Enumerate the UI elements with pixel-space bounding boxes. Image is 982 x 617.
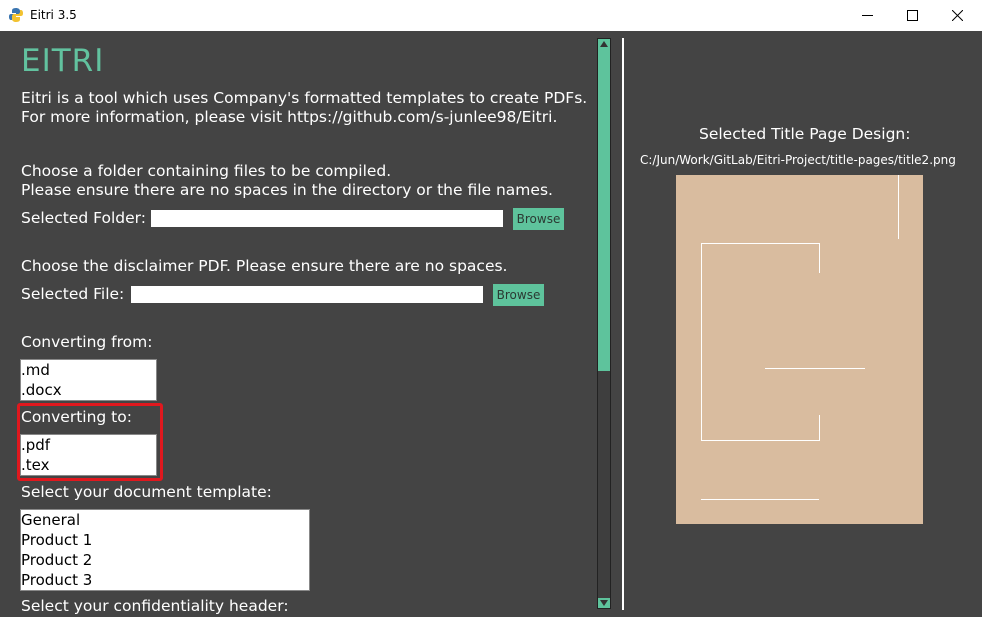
minimize-icon: [861, 15, 873, 16]
minimize-button[interactable]: [844, 0, 890, 31]
selected-folder-label: Selected Folder:: [21, 209, 146, 227]
window-title: Eitri 3.5: [30, 8, 77, 22]
panel-divider[interactable]: [622, 38, 624, 610]
preview-line: [898, 175, 899, 239]
template-label: Select your document template:: [21, 483, 272, 501]
title-page-preview-image: [676, 175, 923, 524]
preview-line: [701, 243, 819, 244]
close-button[interactable]: [934, 0, 980, 31]
preview-line: [701, 499, 819, 500]
scroll-down-button[interactable]: [598, 598, 610, 608]
maximize-button[interactable]: [889, 0, 935, 31]
preview-line: [819, 415, 820, 441]
list-item[interactable]: Product 2: [21, 550, 309, 570]
selected-file-label: Selected File:: [21, 285, 125, 303]
arrow-up-icon: [600, 41, 608, 47]
converting-from-listbox[interactable]: .md .docx: [20, 359, 157, 401]
python-app-icon: [9, 8, 23, 22]
main-window: EITRI Eitri is a tool which uses Company…: [0, 31, 982, 617]
arrow-down-icon: [600, 600, 608, 606]
highlight-box: [17, 403, 163, 481]
close-icon: [951, 10, 963, 21]
folder-prompt-line2: Please ensure there are no spaces in the…: [21, 181, 553, 199]
app-heading: EITRI: [21, 43, 105, 79]
list-item[interactable]: Product 3: [21, 570, 309, 590]
selected-file-input[interactable]: [131, 286, 483, 303]
maximize-icon: [906, 10, 918, 21]
folder-prompt-line1: Choose a folder containing files to be c…: [21, 162, 392, 180]
list-item[interactable]: General: [21, 510, 309, 530]
title-bar: Eitri 3.5: [0, 0, 982, 31]
scroll-up-button[interactable]: [598, 39, 610, 49]
template-listbox[interactable]: General Product 1 Product 2 Product 3: [20, 509, 310, 591]
list-item[interactable]: .md: [21, 360, 156, 380]
confidentiality-label: Select your confidentiality header:: [21, 597, 289, 615]
preview-path: C:/Jun/Work/GitLab/Eitri-Project/title-p…: [640, 153, 956, 167]
preview-line: [819, 243, 820, 273]
selected-folder-input[interactable]: [151, 210, 503, 227]
scrollbar-thumb[interactable]: [598, 49, 610, 371]
intro-text-line1: Eitri is a tool which uses Company's for…: [21, 89, 588, 107]
converting-from-label: Converting from:: [21, 333, 153, 351]
preview-line: [701, 440, 819, 441]
preview-title: Selected Title Page Design:: [699, 125, 911, 143]
browse-file-button[interactable]: Browse: [493, 284, 544, 306]
disclaimer-prompt: Choose the disclaimer PDF. Please ensure…: [21, 257, 508, 275]
intro-text-line2: For more information, please visit https…: [21, 108, 558, 126]
preview-line: [765, 368, 865, 369]
preview-line: [701, 243, 702, 441]
list-item[interactable]: Product 1: [21, 530, 309, 550]
browse-folder-button[interactable]: Browse: [513, 208, 564, 230]
list-item[interactable]: .docx: [21, 380, 156, 400]
